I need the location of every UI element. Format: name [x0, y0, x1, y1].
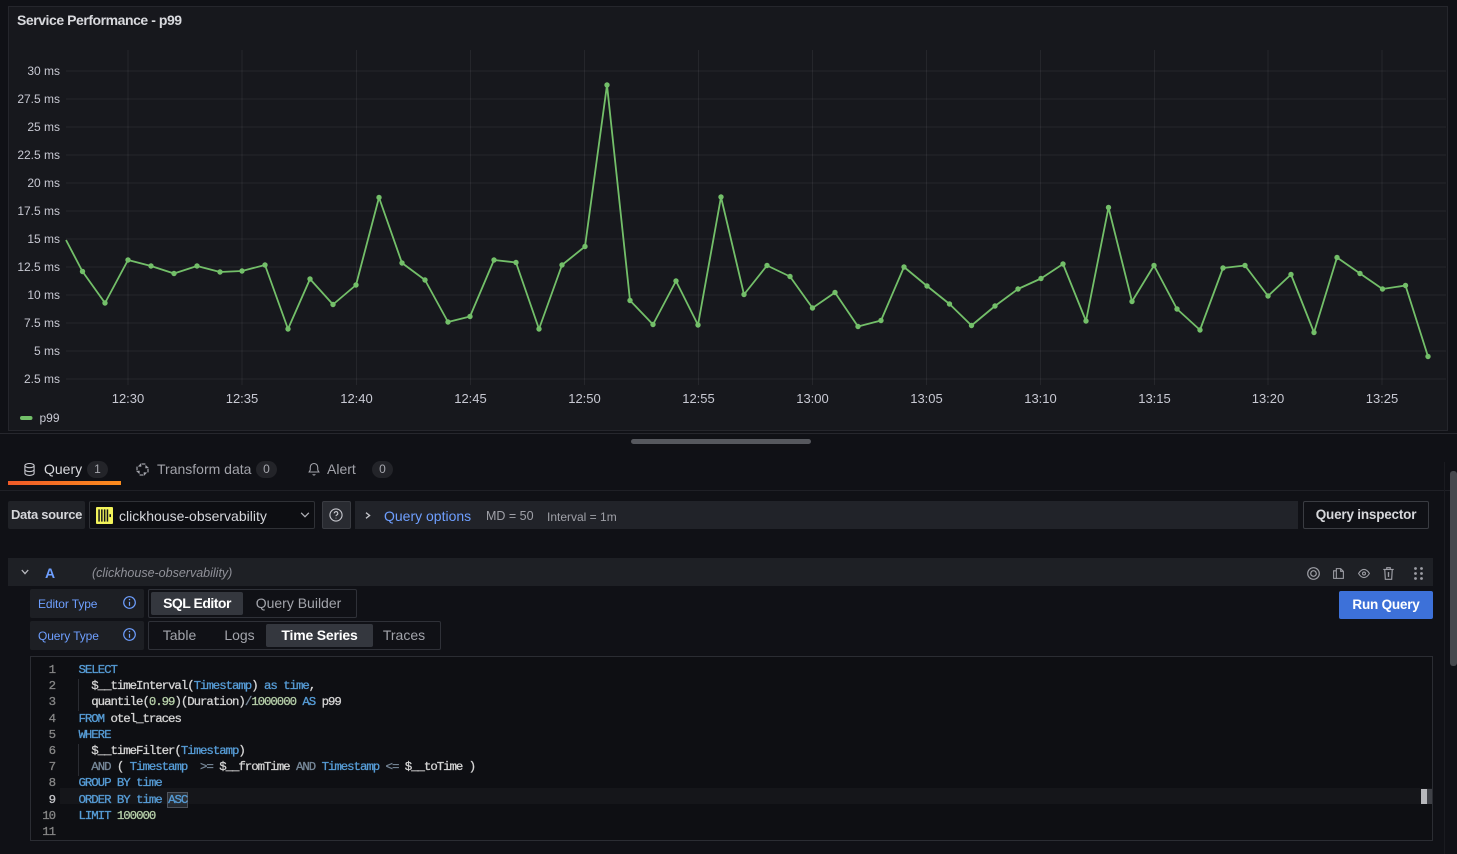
svg-text:13:20: 13:20: [1252, 391, 1285, 406]
svg-text:10 ms: 10 ms: [27, 288, 60, 302]
svg-text:12:30: 12:30: [112, 391, 145, 406]
svg-text:13:10: 13:10: [1024, 391, 1057, 406]
svg-text:7.5 ms: 7.5 ms: [24, 316, 60, 330]
svg-text:13:00: 13:00: [796, 391, 829, 406]
svg-text:12:40: 12:40: [340, 391, 373, 406]
svg-text:13:05: 13:05: [910, 391, 943, 406]
svg-text:30 ms: 30 ms: [27, 64, 60, 78]
svg-text:22.5 ms: 22.5 ms: [17, 148, 60, 162]
svg-text:15 ms: 15 ms: [27, 232, 60, 246]
svg-text:17.5 ms: 17.5 ms: [17, 204, 60, 218]
svg-text:20 ms: 20 ms: [27, 176, 60, 190]
svg-text:12:50: 12:50: [568, 391, 601, 406]
svg-text:12:55: 12:55: [682, 391, 715, 406]
svg-text:13:25: 13:25: [1366, 391, 1399, 406]
svg-text:13:15: 13:15: [1138, 391, 1171, 406]
svg-text:12:35: 12:35: [226, 391, 259, 406]
svg-text:2.5 ms: 2.5 ms: [24, 372, 60, 386]
svg-text:5 ms: 5 ms: [34, 344, 60, 358]
svg-text:25 ms: 25 ms: [27, 120, 60, 134]
svg-text:27.5 ms: 27.5 ms: [17, 92, 60, 106]
svg-text:12.5 ms: 12.5 ms: [17, 260, 60, 274]
svg-text:p99: p99: [40, 411, 60, 425]
svg-text:12:45: 12:45: [454, 391, 487, 406]
